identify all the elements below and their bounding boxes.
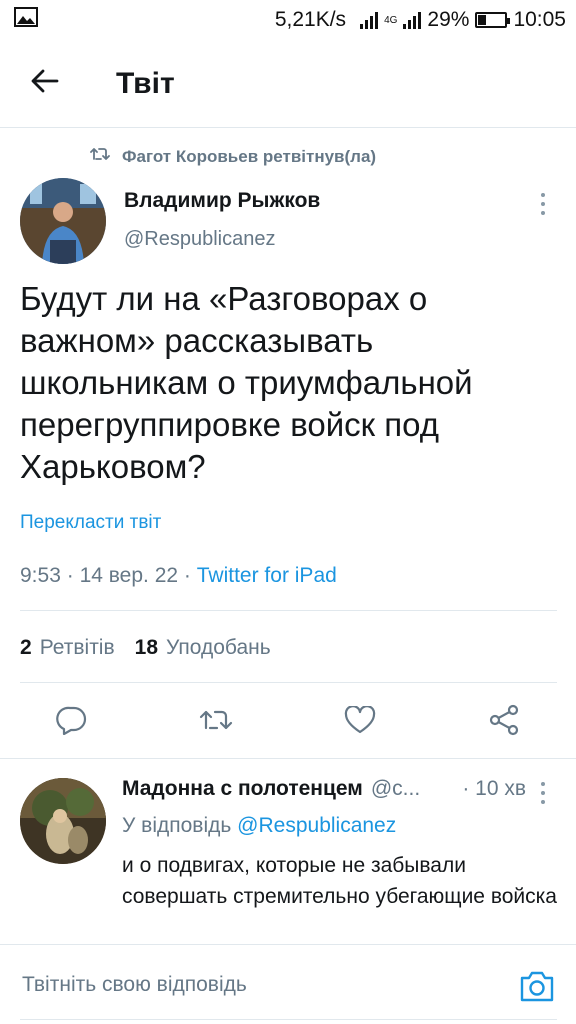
comment-icon [56,705,88,740]
likes-stat[interactable]: 18 Уподобань [135,636,271,660]
section-separator [0,758,576,759]
reply-button[interactable] [46,696,98,748]
retweet-icon [90,146,110,167]
clock: 10:05 [513,8,566,31]
avatar[interactable] [20,178,106,264]
reply-author-name[interactable]: Мадонна с полотенцем [122,777,363,801]
reply-input[interactable]: Твітніть свою відповідь [22,973,247,997]
page-title: Твіт [116,66,175,100]
compose-bar: Твітніть свою відповідь [0,944,576,1024]
translate-link[interactable]: Перекласти твіт [20,512,161,534]
battery-percent: 29% [427,8,470,31]
reply-text: и о подвигах, которые не забывали соверш… [122,854,557,908]
author-handle[interactable]: @Respublicanez [124,228,276,251]
image-icon [14,7,38,33]
reply-to-mention[interactable]: @Respublicanez [237,814,396,837]
heart-icon [344,704,376,739]
more-options-icon[interactable] [532,780,554,806]
divider [20,682,557,683]
tweet-stats: 2 Ретвітів 18 Уподобань [20,636,271,660]
tweet-meta: 9:53 · 14 вер. 22 · Twitter for iPad [20,564,337,588]
more-options-icon[interactable] [532,190,554,218]
meta-separator: · [66,564,74,587]
camera-button[interactable] [518,967,556,1005]
app-bar: Твіт [0,40,576,128]
likes-label: Уподобань [166,636,271,659]
author-name[interactable]: Владимир Рыжков [124,189,320,213]
network-type: 4G [384,14,398,26]
signal-icon [360,11,379,29]
share-button[interactable] [478,696,530,748]
tweet-date: 14 вер. 22 [79,564,179,587]
battery-icon [475,12,511,28]
tweet-text: Будут ли на «Разговорах о важном» расска… [20,280,473,485]
retweeted-by-label: Фагот Коровьев ретвітнув(ла) [122,146,377,166]
network-speed: 5,21K/s [274,8,347,31]
status-bar: 5,21K/s 4G 29% 10:05 [0,0,576,40]
likes-count: 18 [134,636,158,659]
tweet-time: 9:53 [20,564,61,587]
share-icon [488,704,520,741]
retweet-icon [198,706,234,739]
signal-icon-2 [403,11,422,29]
input-underline [20,1019,557,1020]
camera-icon [518,971,556,1009]
back-button[interactable] [0,40,90,128]
divider [20,610,557,611]
reply-to-prefix: У відповідь [122,814,232,837]
tweet-source-link[interactable]: Twitter for iPad [197,564,337,587]
reply-time: · 10 хв [462,777,526,800]
reply-avatar[interactable] [20,778,106,864]
reply-to: У відповідь @Respublicanez [122,814,396,838]
retweets-stat[interactable]: 2 Ретвітів [20,636,115,660]
tweet-actions [0,696,576,748]
retweets-count: 2 [20,636,32,659]
retweeted-by[interactable]: Фагот Коровьев ретвітнув(ла) [90,146,376,167]
retweet-button[interactable] [190,696,242,748]
reply-header: Мадонна с полотенцем @c... · 10 хв [122,777,526,801]
retweets-label: Ретвітів [39,636,115,659]
reply-author-handle[interactable]: @c... [371,777,458,801]
arrow-left-icon [31,69,59,98]
meta-separator-2: · [183,564,191,587]
like-button[interactable] [334,696,386,748]
